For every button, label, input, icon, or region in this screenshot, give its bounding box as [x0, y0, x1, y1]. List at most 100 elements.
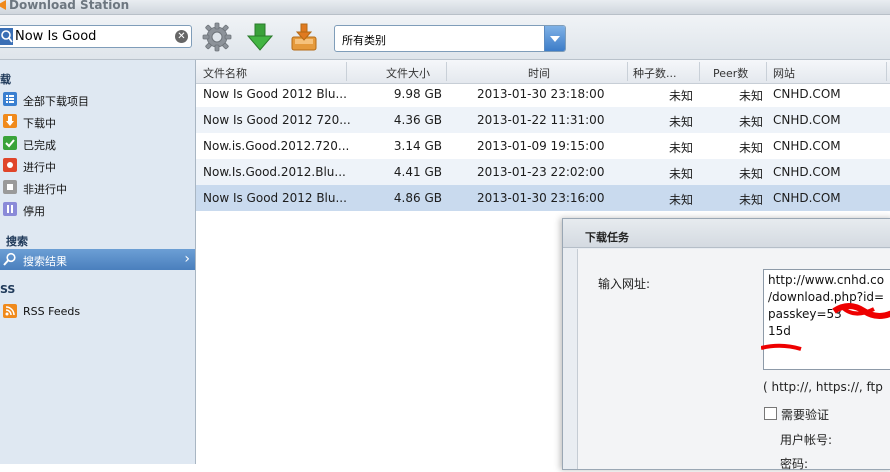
- cell-name: Now.Is.Good.2012.Blu...: [203, 165, 346, 179]
- dialog-body: 输入网址: http://www.cnhd.co /download.php?i…: [577, 249, 890, 471]
- sidebar-item-label: 进行中: [23, 161, 56, 174]
- cell-peers: 未知: [738, 167, 763, 181]
- active-icon: [3, 158, 17, 172]
- cell-seeds: 未知: [668, 141, 693, 155]
- table-row[interactable]: Now.is.Good.2012.720... 3.14 GB 2013-01-…: [196, 133, 890, 159]
- column-divider[interactable]: [346, 62, 347, 81]
- download-icon: [3, 114, 17, 128]
- sidebar-item-all-downloads[interactable]: 全部下载项目: [0, 89, 195, 110]
- sidebar-item-completed[interactable]: 已完成: [0, 133, 195, 154]
- auth-label: 需要验证: [781, 408, 830, 422]
- cell-name: Now.is.Good.2012.720...: [203, 139, 350, 153]
- sidebar: 载 全部下载项目 下载中 已完成 进行中 非进行中 停用 搜索 搜索结果 › S…: [0, 60, 196, 464]
- sidebar-item-rss-feeds[interactable]: RSS Feeds: [0, 301, 195, 322]
- download-arrow-button[interactable]: [244, 21, 276, 53]
- cell-size: 4.41 GB: [393, 165, 442, 179]
- auth-checkbox[interactable]: [764, 407, 777, 420]
- cell-peers: 未知: [738, 115, 763, 129]
- dialog-title: 下载任务: [585, 231, 629, 244]
- cell-name: Now Is Good 2012 720...: [203, 113, 351, 127]
- category-select[interactable]: 所有类别: [334, 25, 566, 52]
- url-label: 输入网址:: [598, 277, 651, 291]
- column-header-site[interactable]: 网站: [773, 65, 795, 81]
- column-divider[interactable]: [699, 62, 700, 81]
- cell-seeds: 未知: [668, 167, 693, 181]
- column-header-size[interactable]: 文件大小: [386, 65, 430, 81]
- app-logo-icon: [0, 0, 6, 10]
- cell-time: 2013-01-30 23:16:00: [477, 191, 605, 205]
- column-header-peers[interactable]: Peer数: [713, 65, 748, 81]
- cell-site: CNHD.COM: [773, 87, 841, 101]
- sidebar-item-active[interactable]: 进行中: [0, 155, 195, 176]
- cell-peers: 未知: [738, 193, 763, 207]
- sidebar-item-paused[interactable]: 停用: [0, 199, 195, 220]
- download-task-dialog: 下载任务 输入网址: http://www.cnhd.co /download.…: [562, 218, 890, 471]
- window-title: Download Station: [9, 0, 130, 12]
- clear-search-icon[interactable]: ✕: [175, 30, 188, 43]
- search-icon: [3, 252, 17, 266]
- toolbar: ✕ 所有类别: [0, 15, 890, 60]
- cell-name: Now Is Good 2012 Blu...: [203, 87, 347, 101]
- table-row[interactable]: Now.Is.Good.2012.Blu... 4.41 GB 2013-01-…: [196, 159, 890, 185]
- table-row[interactable]: Now Is Good 2012 Blu... 4.86 GB 2013-01-…: [196, 185, 890, 211]
- sidebar-item-inactive[interactable]: 非进行中: [0, 177, 195, 198]
- column-divider[interactable]: [886, 62, 887, 81]
- inactive-icon: [3, 180, 17, 194]
- cell-name: Now Is Good 2012 Blu...: [203, 191, 347, 205]
- column-header-seeds[interactable]: 种子数...: [633, 65, 677, 81]
- table-row[interactable]: Now Is Good 2012 Blu... 9.98 GB 2013-01-…: [196, 81, 890, 107]
- sidebar-item-label: 全部下载项目: [23, 95, 89, 108]
- red-scribble-redaction-icon: [761, 343, 802, 351]
- cell-time: 2013-01-23 22:02:00: [477, 165, 605, 179]
- search-box: ✕: [0, 25, 192, 48]
- sidebar-item-label: 已完成: [23, 139, 56, 152]
- cell-size: 9.98 GB: [393, 87, 442, 101]
- column-header-time[interactable]: 时间: [528, 65, 550, 81]
- sidebar-section-search: 搜索: [6, 235, 28, 248]
- sidebar-item-search-results[interactable]: 搜索结果 ›: [0, 249, 195, 270]
- cell-size: 3.14 GB: [393, 139, 442, 153]
- search-icon: [0, 28, 13, 45]
- sidebar-item-label: 停用: [23, 205, 45, 218]
- sidebar-item-downloading[interactable]: 下载中: [0, 111, 195, 132]
- title-bar: Download Station: [0, 0, 890, 15]
- column-divider[interactable]: [446, 62, 447, 81]
- search-input[interactable]: [15, 28, 165, 45]
- cell-seeds: 未知: [668, 115, 693, 129]
- check-icon: [3, 136, 17, 150]
- username-label: 用户帐号:: [780, 433, 833, 447]
- list-icon: [3, 92, 17, 106]
- pause-icon: [3, 202, 17, 216]
- cell-seeds: 未知: [668, 89, 693, 103]
- sidebar-section-downloads: 载: [0, 73, 11, 86]
- chevron-down-icon[interactable]: [544, 26, 565, 51]
- cell-time: 2013-01-09 19:15:00: [477, 139, 605, 153]
- column-header-name[interactable]: 文件名称: [203, 65, 247, 81]
- red-scribble-redaction-icon: [832, 303, 890, 319]
- settings-gear-button[interactable]: [201, 21, 233, 53]
- dialog-header[interactable]: 下载任务: [563, 219, 890, 248]
- sidebar-item-label: 非进行中: [23, 183, 67, 196]
- cell-peers: 未知: [738, 89, 763, 103]
- download-to-tray-button[interactable]: [288, 21, 320, 53]
- cell-site: CNHD.COM: [773, 113, 841, 127]
- sidebar-item-label: RSS Feeds: [23, 305, 81, 318]
- column-divider[interactable]: [627, 62, 628, 81]
- chevron-right-icon: ›: [184, 251, 190, 267]
- sidebar-item-label: 下载中: [23, 117, 56, 130]
- table-row[interactable]: Now Is Good 2012 720... 4.36 GB 2013-01-…: [196, 107, 890, 133]
- column-divider[interactable]: [766, 62, 767, 81]
- cell-size: 4.86 GB: [393, 191, 442, 205]
- cell-size: 4.36 GB: [393, 113, 442, 127]
- cell-time: 2013-01-30 23:18:00: [477, 87, 605, 101]
- sidebar-item-label: 搜索结果: [23, 255, 67, 268]
- sidebar-section-rss: SS: [0, 283, 16, 296]
- cell-peers: 未知: [738, 141, 763, 155]
- cell-seeds: 未知: [668, 193, 693, 207]
- cell-time: 2013-01-22 11:31:00: [477, 113, 605, 127]
- cell-site: CNHD.COM: [773, 165, 841, 179]
- cell-site: CNHD.COM: [773, 139, 841, 153]
- cell-site: CNHD.COM: [773, 191, 841, 205]
- rss-icon: [3, 304, 17, 318]
- url-hint: ( http://, https://, ftp: [763, 380, 883, 394]
